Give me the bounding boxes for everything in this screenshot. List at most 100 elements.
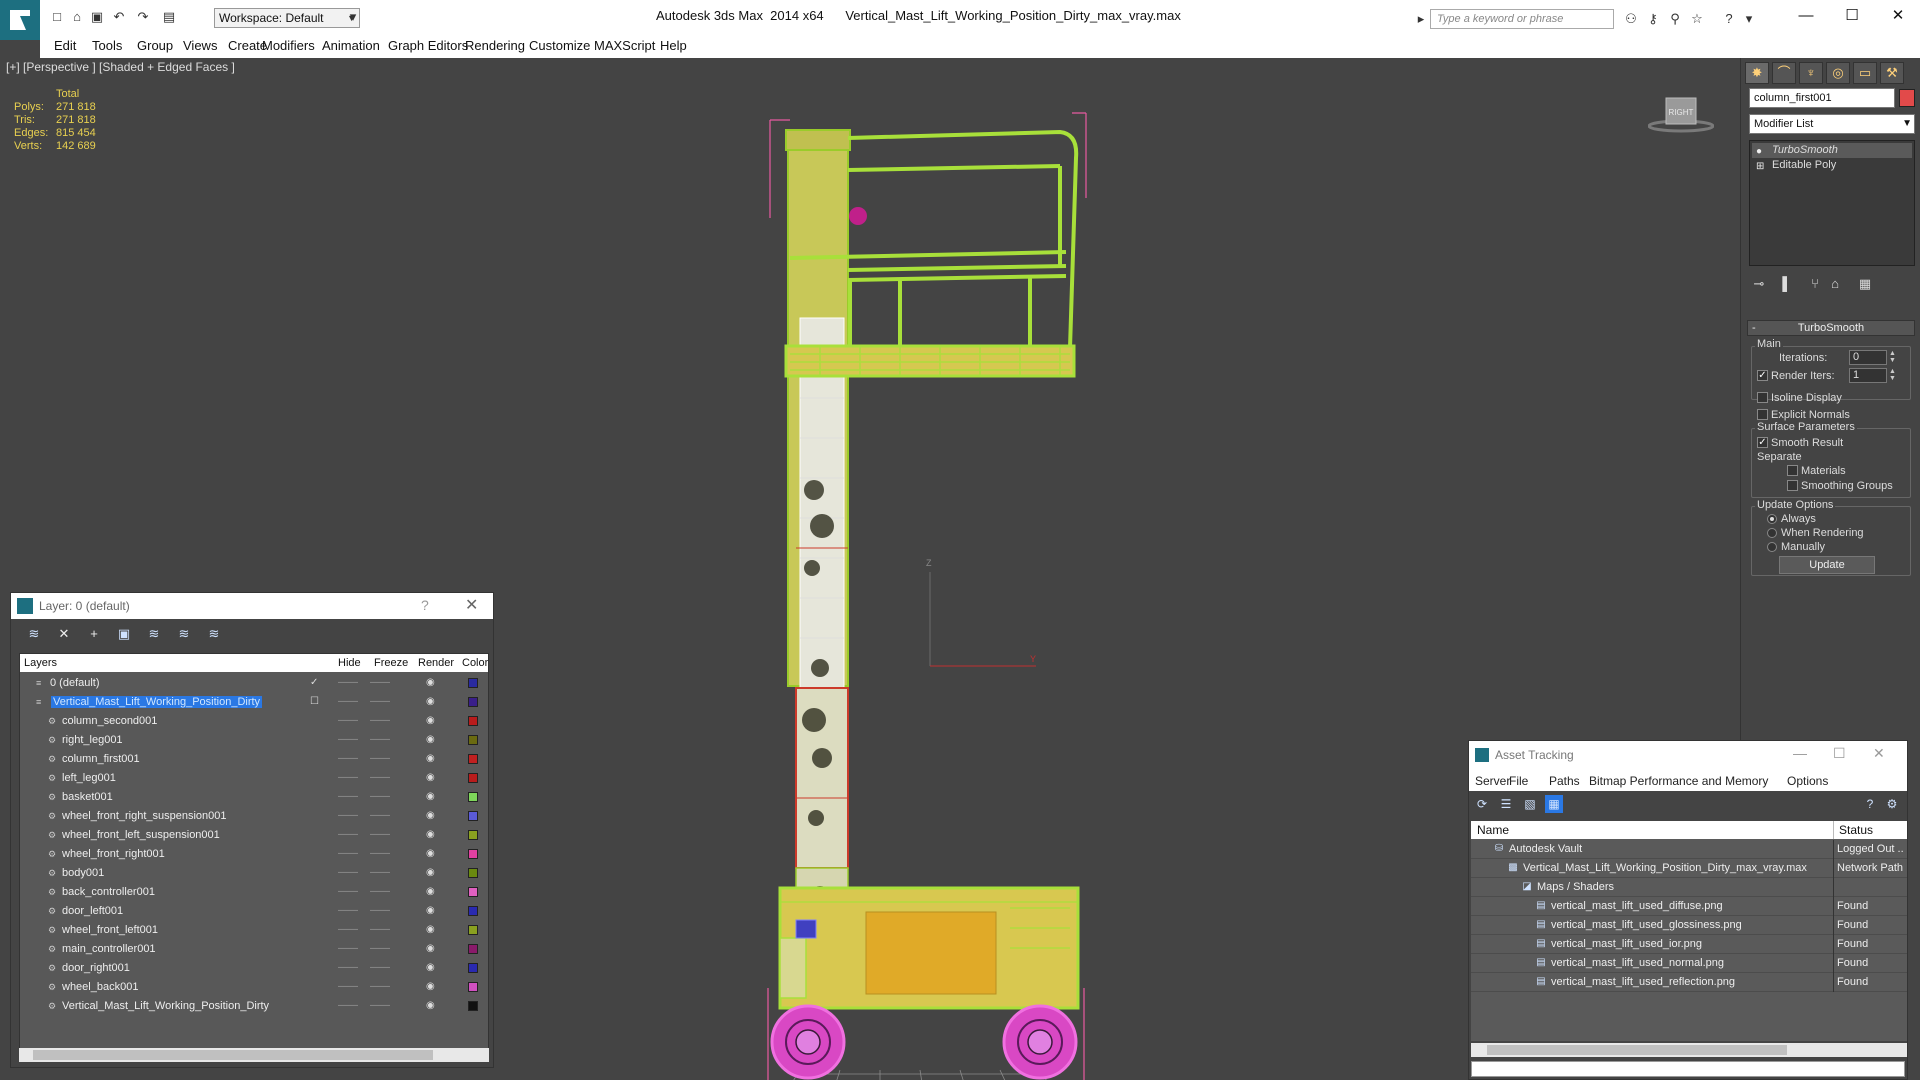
- object-color-swatch[interactable]: [1899, 89, 1915, 107]
- asset-menu-server[interactable]: Server: [1475, 774, 1510, 788]
- hide-toggle-icon[interactable]: ——: [338, 734, 358, 745]
- scrollbar-thumb[interactable]: [33, 1050, 433, 1060]
- hide-toggle-icon[interactable]: ——: [338, 791, 358, 802]
- asset-horizontal-scrollbar[interactable]: [1471, 1043, 1907, 1057]
- modifier-stack[interactable]: ● TurboSmooth ⊞ Editable Poly: [1749, 140, 1915, 266]
- smoothing-groups-checkbox[interactable]: [1787, 480, 1798, 491]
- layer-name[interactable]: wheel_back001: [62, 981, 138, 993]
- asset-row[interactable]: ▤ vertical_mast_lift_used_normal.png Found: [1471, 954, 1907, 973]
- hide-toggle-icon[interactable]: ——: [338, 1000, 358, 1011]
- new-file-icon[interactable]: □: [48, 9, 66, 25]
- workspace-menu-icon[interactable]: ▾: [344, 9, 362, 25]
- project-folder-icon[interactable]: ▤: [160, 9, 178, 25]
- layer-color-swatch[interactable]: [468, 735, 478, 745]
- asset-row[interactable]: ▤ vertical_mast_lift_used_ior.png Found: [1471, 935, 1907, 954]
- asset-menu-bitmap-performance-and-memory[interactable]: Bitmap Performance and Memory: [1589, 774, 1768, 788]
- when-rendering-radio[interactable]: [1767, 528, 1777, 538]
- layer-name[interactable]: Vertical_Mast_Lift_Working_Position_Dirt…: [51, 696, 263, 708]
- layer-name[interactable]: column_first001: [62, 753, 140, 765]
- layer-row[interactable]: ⚙ wheel_front_right_suspension001 —— —— ◉: [20, 807, 488, 826]
- freeze-toggle-icon[interactable]: ——: [370, 734, 390, 745]
- hide-toggle-icon[interactable]: ——: [338, 696, 358, 707]
- layer-row[interactable]: ⚙ wheel_front_left001 —— —— ◉: [20, 921, 488, 940]
- render-toggle-icon[interactable]: ◉: [426, 1000, 435, 1011]
- viewcube[interactable]: RIGHT: [1648, 94, 1714, 134]
- current-layer-check-icon[interactable]: ✓: [310, 677, 318, 688]
- render-toggle-icon[interactable]: ◉: [426, 924, 435, 935]
- freeze-toggle-icon[interactable]: ——: [370, 924, 390, 935]
- maximize-button[interactable]: ☐: [1832, 4, 1872, 28]
- render-toggle-icon[interactable]: ◉: [426, 867, 435, 878]
- layer-name[interactable]: wheel_front_right001: [62, 848, 165, 860]
- iterations-spinner[interactable]: 0: [1849, 350, 1887, 365]
- layer-name[interactable]: right_leg001: [62, 734, 123, 746]
- redo-icon[interactable]: ↷: [134, 9, 152, 25]
- hide-toggle-icon[interactable]: ——: [338, 715, 358, 726]
- layer-row[interactable]: ⚙ door_right001 —— —— ◉: [20, 959, 488, 978]
- layer-color-swatch[interactable]: [468, 982, 478, 992]
- asset-row[interactable]: ⛁ Autodesk Vault Logged Out ..: [1471, 840, 1907, 859]
- make-unique-icon[interactable]: ⑂: [1805, 274, 1825, 294]
- layer-name[interactable]: Vertical_Mast_Lift_Working_Position_Dirt…: [62, 1000, 269, 1012]
- layer-color-swatch[interactable]: [468, 697, 478, 707]
- layer-row[interactable]: ≡ Vertical_Mast_Lift_Working_Position_Dir…: [20, 693, 488, 712]
- layer-name[interactable]: body001: [62, 867, 104, 879]
- layer-color-swatch[interactable]: [468, 811, 478, 821]
- layer-color-swatch[interactable]: [468, 925, 478, 935]
- menu-graph-editors[interactable]: Graph Editors: [388, 38, 468, 53]
- layer-color-swatch[interactable]: [468, 868, 478, 878]
- layer-row[interactable]: ⚙ column_second001 —— —— ◉: [20, 712, 488, 731]
- menu-modifiers[interactable]: Modifiers: [262, 38, 315, 53]
- app-logo-icon[interactable]: [0, 0, 40, 40]
- freeze-toggle-icon[interactable]: ——: [370, 753, 390, 764]
- menu-help[interactable]: Help: [660, 38, 687, 53]
- asset-menu-paths[interactable]: Paths: [1549, 774, 1580, 788]
- help-icon[interactable]: ?: [1861, 795, 1879, 813]
- layer-row[interactable]: ≡ 0 (default) ✓ —— —— ◉: [20, 674, 488, 693]
- minimize-icon[interactable]: —: [1793, 745, 1807, 761]
- hide-toggle-icon[interactable]: ——: [338, 753, 358, 764]
- freeze-toggle-icon[interactable]: ——: [370, 886, 390, 897]
- hide-toggle-icon[interactable]: ——: [338, 848, 358, 859]
- scrollbar-thumb[interactable]: [1487, 1045, 1787, 1055]
- menu-customize[interactable]: Customize: [529, 38, 590, 53]
- create-tab-icon[interactable]: ✸: [1745, 62, 1769, 84]
- render-toggle-icon[interactable]: ◉: [426, 829, 435, 840]
- maximize-icon[interactable]: ☐: [1833, 745, 1846, 762]
- workspace-dropdown[interactable]: Workspace: Default ▼: [214, 8, 360, 28]
- layer-row[interactable]: ⚙ right_leg001 —— —— ◉: [20, 731, 488, 750]
- smooth-result-checkbox[interactable]: ✓: [1757, 437, 1768, 448]
- layer-row[interactable]: ⚙ wheel_back001 —— —— ◉: [20, 978, 488, 997]
- layer-row[interactable]: ⚙ door_left001 —— —— ◉: [20, 902, 488, 921]
- hide-toggle-icon[interactable]: ——: [338, 943, 358, 954]
- render-toggle-icon[interactable]: ◉: [426, 848, 435, 859]
- layer-name[interactable]: 0 (default): [50, 677, 100, 689]
- communication-center-icon[interactable]: ⚲: [1666, 10, 1684, 28]
- layer-row[interactable]: ⚙ column_first001 —— —— ◉: [20, 750, 488, 769]
- hide-toggle-icon[interactable]: ——: [338, 829, 358, 840]
- help-icon[interactable]: ?: [421, 597, 429, 613]
- hide-toggle-icon[interactable]: ——: [338, 981, 358, 992]
- modify-tab-icon[interactable]: ⌒: [1772, 62, 1796, 84]
- key-icon[interactable]: ⚷: [1644, 10, 1662, 28]
- layer-name[interactable]: door_left001: [62, 905, 123, 917]
- manually-radio[interactable]: [1767, 542, 1777, 552]
- explicit-normals-checkbox[interactable]: [1757, 409, 1768, 420]
- hide-toggle-icon[interactable]: ——: [338, 810, 358, 821]
- layer-color-swatch[interactable]: [468, 792, 478, 802]
- menu-group[interactable]: Group: [137, 38, 173, 53]
- create-layer-icon[interactable]: ≋: [25, 625, 43, 643]
- freeze-toggle-icon[interactable]: ——: [370, 1000, 390, 1011]
- layer-name[interactable]: left_leg001: [62, 772, 116, 784]
- utilities-tab-icon[interactable]: ⚒: [1880, 62, 1904, 84]
- asset-menu-file[interactable]: File: [1509, 774, 1528, 788]
- freeze-all-icon[interactable]: ≋: [205, 625, 223, 643]
- hide-toggle-icon[interactable]: ——: [338, 867, 358, 878]
- layer-name[interactable]: door_right001: [62, 962, 130, 974]
- layer-row[interactable]: ⚙ wheel_front_right001 —— —— ◉: [20, 845, 488, 864]
- search-input[interactable]: Type a keyword or phrase: [1430, 9, 1614, 29]
- asset-dialog-titlebar[interactable]: Asset Tracking — ☐ ✕: [1469, 741, 1907, 769]
- layer-row[interactable]: ⚙ wheel_front_left_suspension001 —— —— ◉: [20, 826, 488, 845]
- asset-row[interactable]: ▩ Vertical_Mast_Lift_Working_Position_Dir…: [1471, 859, 1907, 878]
- materials-checkbox[interactable]: [1787, 465, 1798, 476]
